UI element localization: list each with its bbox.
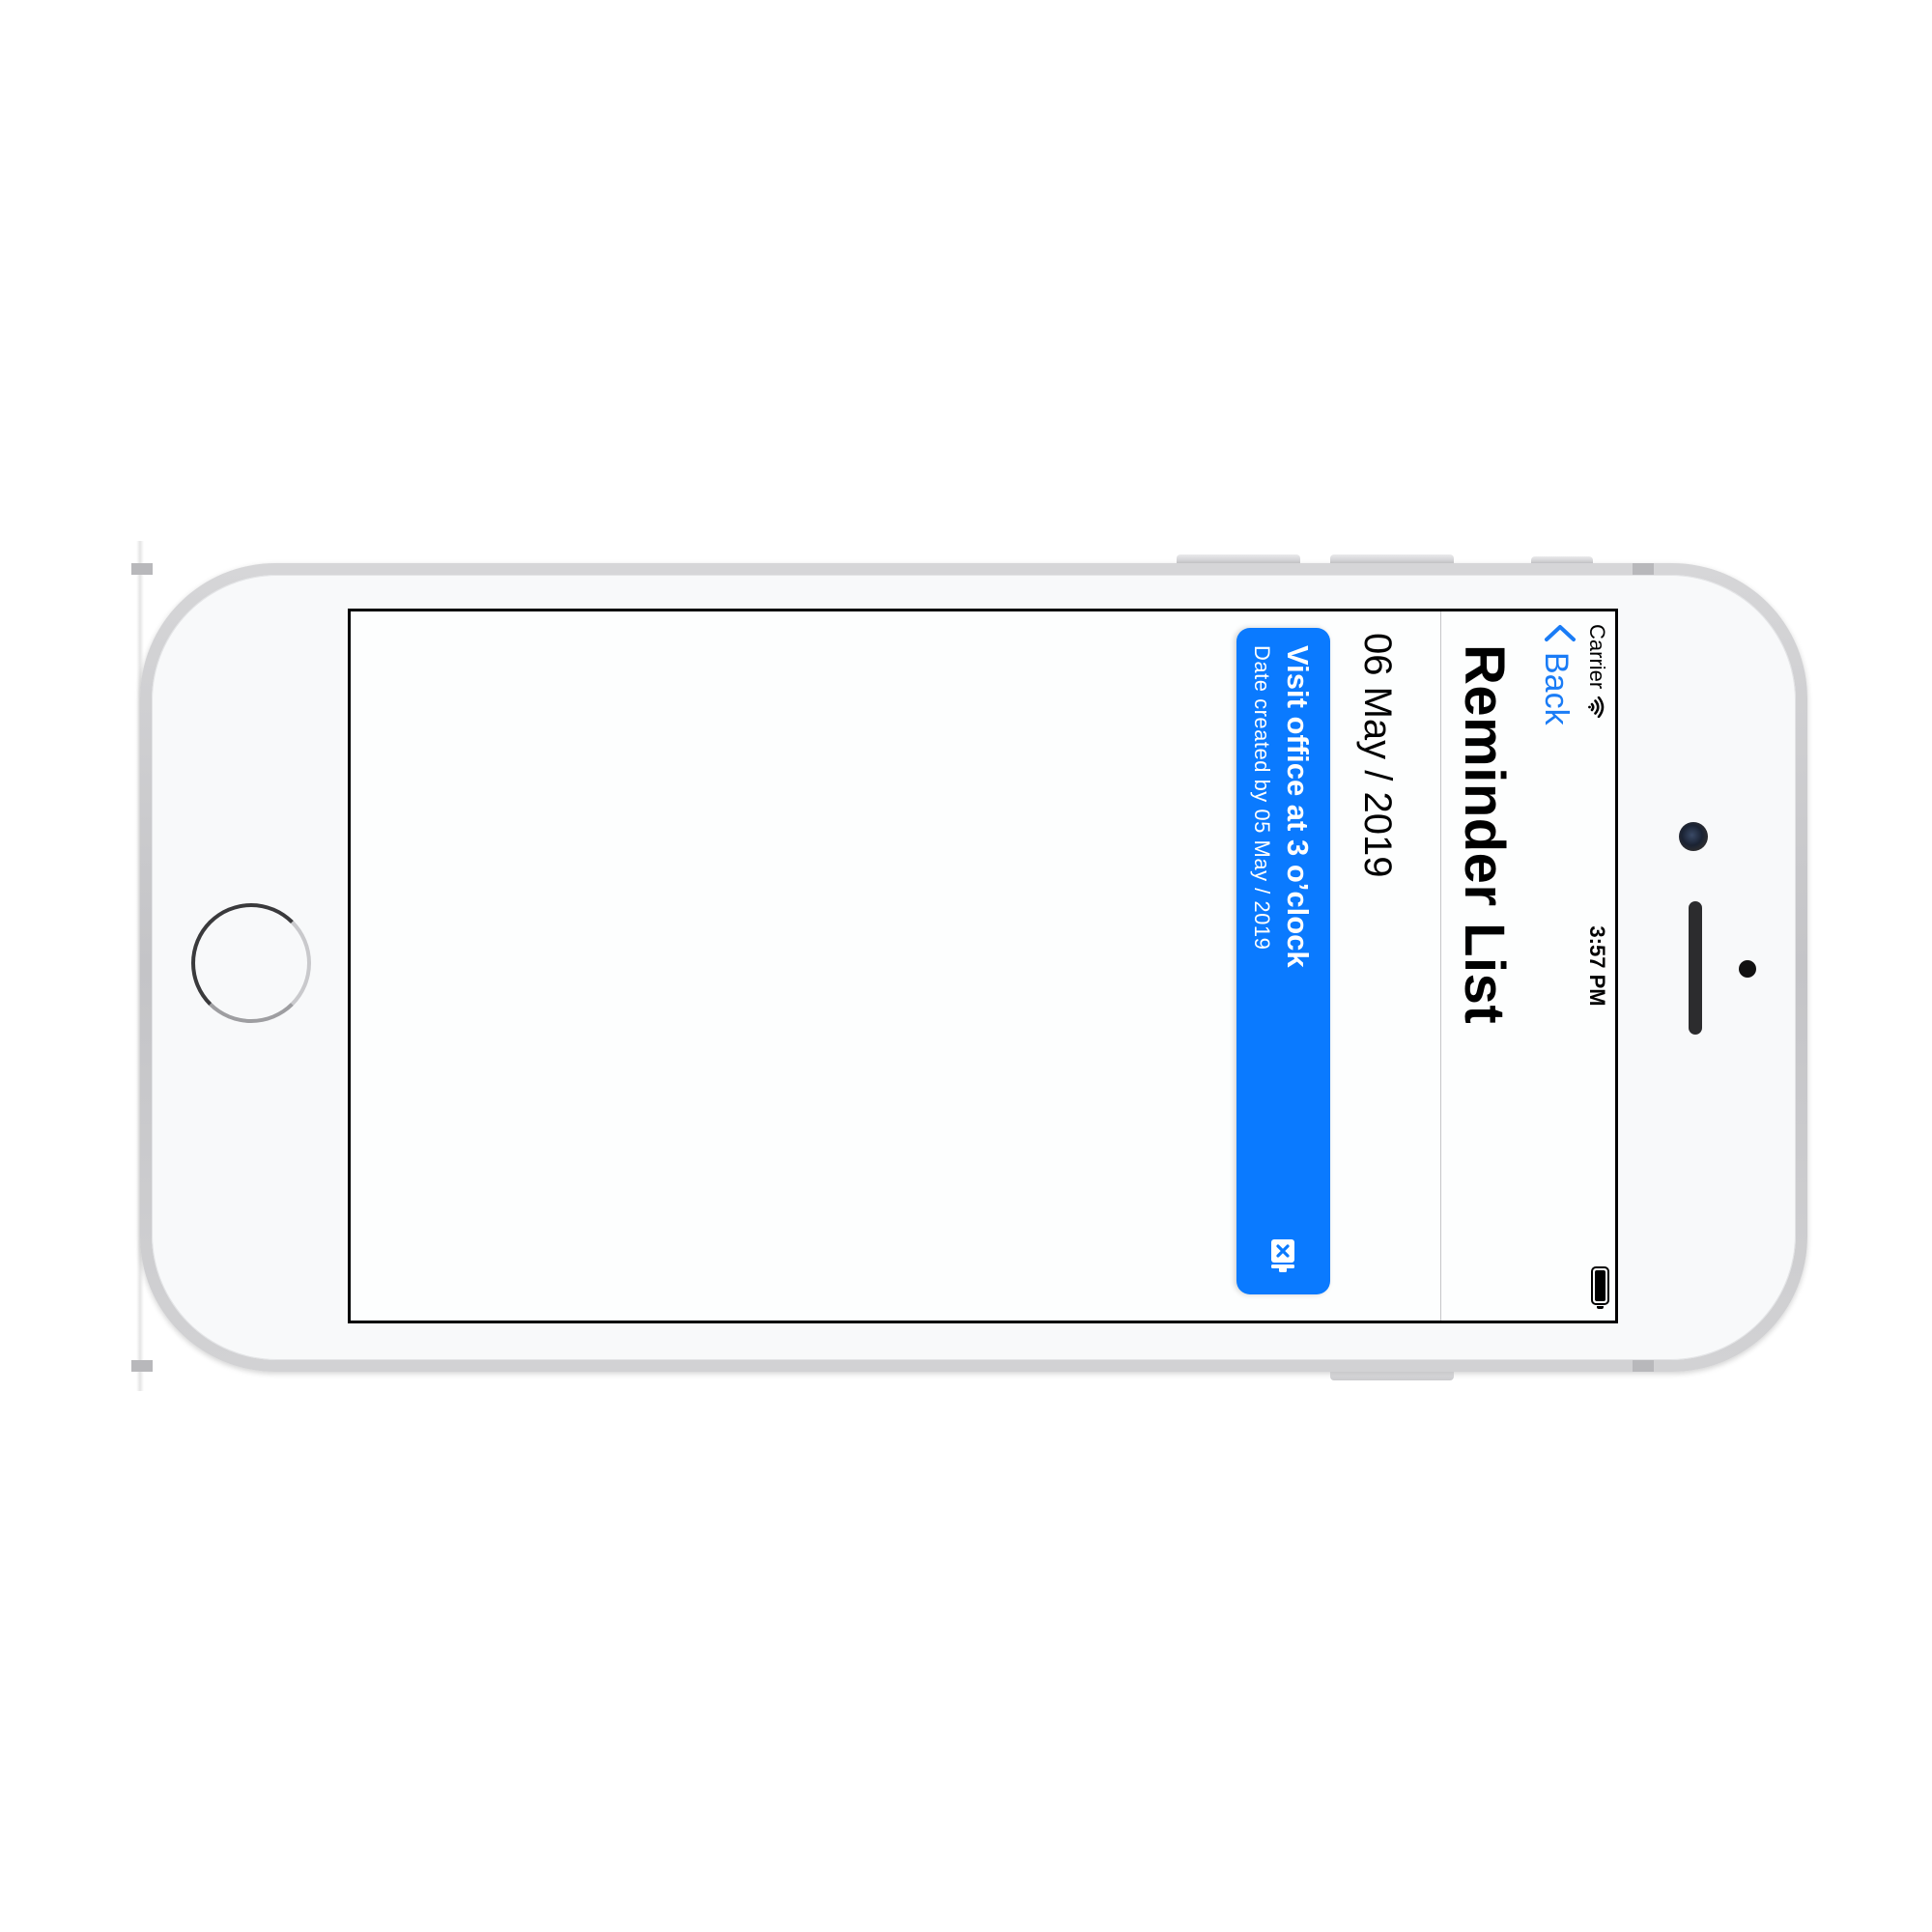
simulator-stage: Carrier 3:57 PM Back Reminder List 06 Ma…: [0, 0, 1932, 1932]
volume-up-button[interactable]: [1177, 554, 1300, 563]
mute-switch[interactable]: [1531, 556, 1593, 563]
back-button[interactable]: Back: [1535, 623, 1577, 725]
page-title: Reminder List: [1453, 644, 1516, 1025]
device-screen: Carrier 3:57 PM Back Reminder List 06 Ma…: [348, 609, 1618, 1323]
antenna-band: [131, 563, 153, 575]
battery-nub: [1597, 1306, 1604, 1309]
reminder-card[interactable]: Visit office at 3 o’clock Date created b…: [1236, 628, 1330, 1294]
section-date-header: 06 May / 2019: [1356, 633, 1399, 878]
reminder-title: Visit office at 3 o’clock: [1281, 645, 1315, 968]
earpiece-speaker: [1689, 901, 1702, 1035]
navigation-bar: Back Reminder List: [1440, 611, 1586, 1321]
status-bar: Carrier 3:57 PM: [1585, 611, 1615, 1321]
battery-icon: [1591, 1266, 1609, 1309]
volume-down-button[interactable]: [1330, 554, 1454, 563]
back-label: Back: [1538, 652, 1575, 725]
antenna-band: [131, 1360, 153, 1372]
antenna-band: [1633, 1360, 1654, 1372]
power-button[interactable]: [1330, 1372, 1454, 1380]
app-ui: Carrier 3:57 PM Back Reminder List 06 Ma…: [351, 611, 1615, 1321]
chevron-left-icon: [1535, 623, 1577, 642]
delete-icon[interactable]: [1263, 1235, 1303, 1275]
status-time: 3:57 PM: [1585, 925, 1609, 1007]
home-button[interactable]: [191, 903, 311, 1023]
front-camera: [1679, 822, 1708, 851]
proximity-sensor: [1739, 960, 1756, 978]
reminder-date-created: Date created by 05 May / 2019: [1250, 645, 1274, 951]
antenna-band: [1633, 563, 1654, 575]
battery-level: [1595, 1270, 1605, 1301]
